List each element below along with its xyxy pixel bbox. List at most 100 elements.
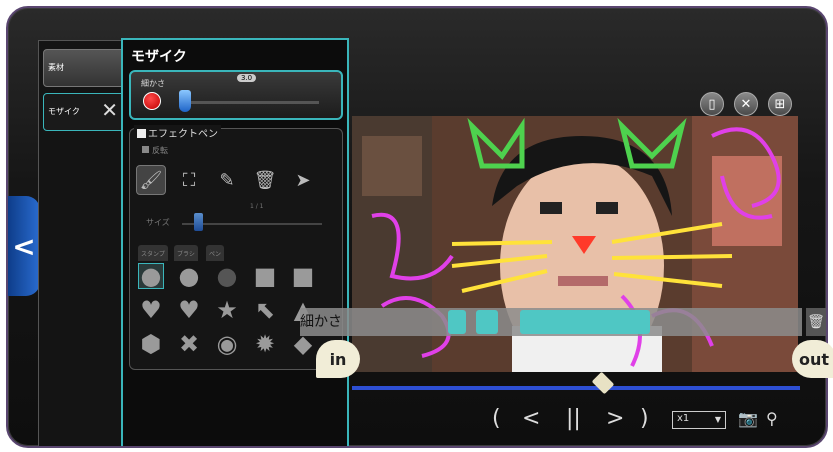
heart-icon: ♥ — [140, 296, 162, 324]
density-slider-thumb[interactable] — [179, 90, 191, 112]
pause-button[interactable]: || — [566, 406, 581, 432]
caption-segment[interactable] — [476, 310, 498, 334]
list-item-label: 素材 — [48, 63, 64, 72]
close-icon[interactable]: ✕ — [101, 100, 118, 120]
hexagon-shape[interactable]: ⬢ — [138, 331, 164, 357]
checkbox-icon — [142, 146, 149, 153]
trash-icon: 🗑 — [253, 169, 277, 191]
heart-blur-shape[interactable]: ♥ — [138, 297, 164, 323]
size-slider-thumb[interactable] — [194, 213, 203, 231]
caption-label: 細かさ — [300, 314, 342, 330]
density-label: 細かさ — [141, 79, 165, 88]
list-item-label: モザイク — [48, 107, 80, 116]
list-item-material[interactable]: 素材 — [43, 49, 125, 87]
layer-list: 素材 モザイク ✕ — [38, 40, 128, 446]
brush-tool-button[interactable]: 🖌 — [136, 165, 166, 195]
preview-toolbar: ▯ ✕ ⊞ — [700, 92, 800, 118]
size-dims: 1 / 1 — [250, 203, 264, 210]
in-point-marker[interactable]: in — [316, 340, 360, 378]
out-point-marker[interactable]: out — [792, 340, 833, 378]
heart-icon: ♥ — [178, 296, 200, 324]
panel-title: モザイク — [131, 49, 187, 65]
effect-pen-toggle[interactable]: エフェクトペン — [134, 125, 221, 140]
circle-icon: ● — [178, 262, 200, 290]
previous-button[interactable]: < — [522, 406, 540, 432]
tab-stamp[interactable]: スタンプ — [138, 245, 168, 261]
invert-checkbox[interactable]: 反転 — [142, 145, 168, 156]
ring-shape[interactable]: ◉ — [214, 331, 240, 357]
cross-icon: ✖ — [178, 330, 200, 358]
delete-caption-button[interactable]: 🗑 — [806, 308, 826, 336]
heart-shape[interactable]: ♥ — [176, 297, 202, 323]
pause-icon: || — [566, 406, 581, 431]
caption-segment[interactable] — [520, 310, 650, 334]
arrow-icon: ⬉ — [254, 296, 276, 324]
out-label: out — [798, 349, 830, 369]
search-icon: ⚲ — [766, 409, 778, 428]
chevron-left-icon: < — [12, 229, 36, 263]
new-file-button[interactable]: ▯ — [700, 92, 724, 116]
close-button[interactable]: ✕ — [734, 92, 758, 116]
cross-shape[interactable]: ✖ — [176, 331, 202, 357]
square-icon: ■ — [291, 262, 315, 290]
square-blur-shape[interactable]: ■ — [252, 263, 278, 289]
soft-circle-icon: ● — [216, 262, 238, 290]
eraser-tool-button[interactable]: ✎ — [212, 165, 242, 195]
collapse-panel-tab[interactable]: < — [8, 196, 40, 296]
jump-start-button[interactable]: ( — [492, 406, 501, 432]
stamp-tool-button[interactable]: ⛶ — [174, 165, 204, 195]
arrow-shape[interactable]: ⬉ — [252, 297, 278, 323]
size-label: サイズ — [146, 218, 170, 227]
playback-controls: ( < || > ) x1 ▼ 📷 ⚲ — [492, 406, 812, 432]
jump-end-button[interactable]: ) — [640, 406, 649, 432]
in-label: in — [329, 349, 347, 369]
trash-icon: 🗑 — [807, 314, 825, 330]
document-icon: ▯ — [708, 96, 716, 112]
caption-segment[interactable] — [448, 310, 466, 334]
burst-shape[interactable]: ✹ — [252, 331, 278, 357]
close-icon: ✕ — [740, 96, 752, 112]
brush-icon: 🖌 — [139, 169, 163, 191]
circle-icon: ● — [140, 262, 162, 290]
density-value: 3.0 — [237, 74, 257, 82]
square-icon: ■ — [253, 262, 277, 290]
hexagon-icon: ⬢ — [140, 330, 162, 358]
chevron-right-icon: > — [606, 406, 625, 431]
search-button[interactable]: ⚲ — [766, 406, 778, 432]
list-item-mosaic[interactable]: モザイク ✕ — [43, 93, 125, 131]
chevron-down-icon: ▼ — [714, 415, 721, 424]
next-button[interactable]: > — [606, 406, 624, 432]
mosaic-panel: モザイク 細かさ 3.0 エフェクトペン 反転 🖌 ⛶ ✎ 🗑 ➤ 1 / 1 — [121, 38, 349, 446]
circle-shape[interactable]: ● — [176, 263, 202, 289]
star-shape[interactable]: ★ — [214, 297, 240, 323]
circle-blur-shape[interactable]: ● — [138, 263, 164, 289]
timeline-track[interactable] — [352, 386, 800, 390]
size-slider-track[interactable] — [182, 223, 322, 225]
tool-bar: 🖌 ⛶ ✎ 🗑 ➤ — [136, 165, 336, 195]
speed-value: x1 — [677, 413, 690, 424]
record-button[interactable] — [143, 92, 161, 110]
invert-label: 反転 — [152, 146, 168, 155]
density-control: 細かさ 3.0 — [129, 70, 343, 120]
shape-tabs: スタンプ ブラシ ペン — [138, 245, 338, 261]
ring-icon: ◉ — [216, 330, 238, 358]
soft-circle-shape[interactable]: ● — [214, 263, 240, 289]
star-icon: ★ — [216, 296, 238, 324]
checkbox-icon — [137, 129, 146, 138]
trash-tool-button[interactable]: 🗑 — [250, 165, 280, 195]
speed-select[interactable]: x1 ▼ — [672, 411, 726, 429]
tab-brush[interactable]: ブラシ — [174, 245, 198, 261]
stamp-icon: ⛶ — [182, 169, 196, 191]
eraser-icon: ✎ — [219, 169, 235, 191]
bracket-left-icon: ( — [492, 406, 501, 431]
pointer-tool-button[interactable]: ➤ — [288, 165, 318, 195]
bracket-right-icon: ) — [640, 406, 649, 431]
cursor-icon: ➤ — [295, 169, 311, 191]
burst-icon: ✹ — [254, 330, 276, 358]
tab-pen[interactable]: ペン — [206, 245, 225, 261]
snapshot-button[interactable]: 📷 — [738, 406, 758, 432]
grid-button[interactable]: ⊞ — [768, 92, 792, 116]
density-slider-track[interactable] — [179, 101, 319, 104]
grid-icon: ⊞ — [774, 96, 786, 112]
square-shape[interactable]: ■ — [290, 263, 316, 289]
